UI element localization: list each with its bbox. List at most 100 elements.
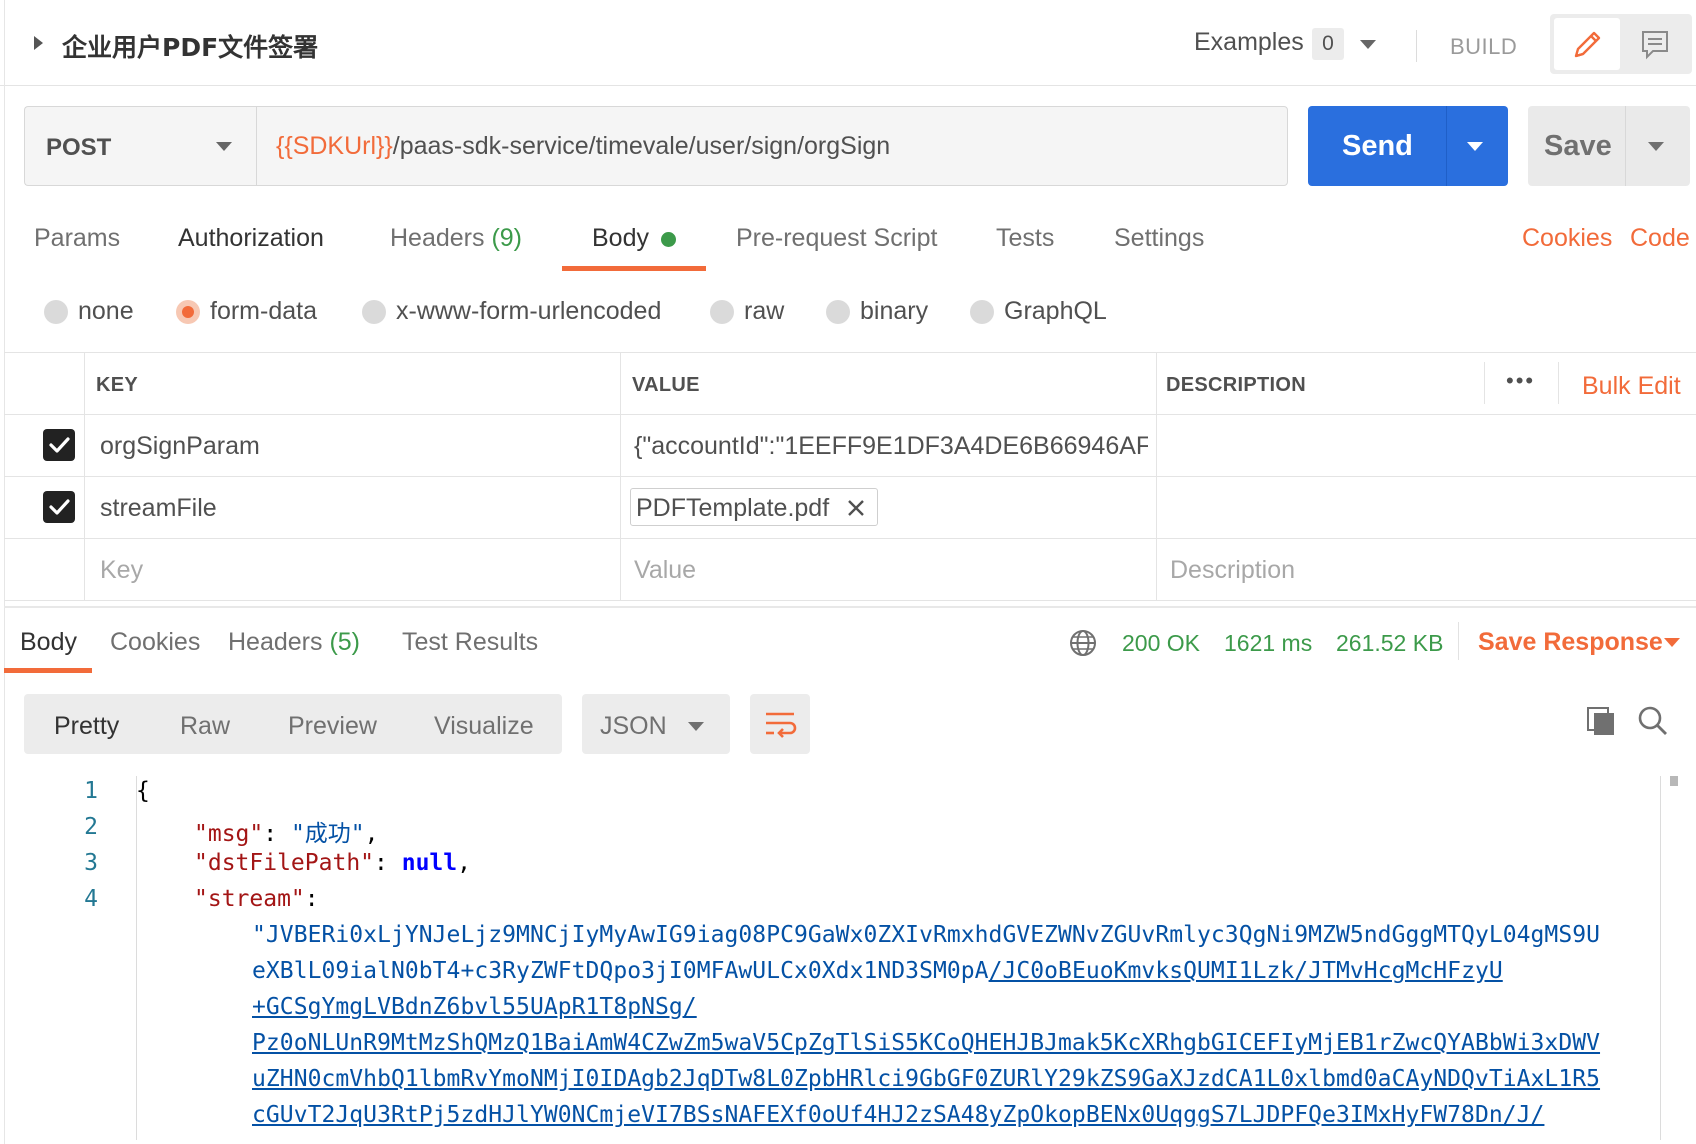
pencil-icon — [1574, 31, 1601, 58]
more-options-icon[interactable]: ••• — [1506, 368, 1535, 394]
save-dropdown-caret-icon[interactable] — [1648, 142, 1664, 151]
tab-authorization[interactable]: Authorization — [178, 224, 324, 253]
collapse-caret-icon[interactable] — [34, 36, 43, 50]
response-tab-body[interactable]: Body — [20, 628, 77, 657]
copy-icon[interactable] — [1584, 704, 1618, 743]
radio-raw-label[interactable]: raw — [744, 297, 784, 326]
save-label: Save — [1544, 130, 1612, 162]
send-dropdown-caret-icon[interactable] — [1467, 142, 1483, 151]
radio-binary[interactable] — [826, 300, 850, 324]
code-link[interactable]: Code — [1630, 224, 1690, 253]
response-tab-test-results[interactable]: Test Results — [402, 628, 538, 657]
new-value-input[interactable]: Value — [634, 556, 696, 585]
row-checkbox[interactable] — [43, 429, 75, 461]
table-col-divider — [1156, 352, 1157, 600]
checkmark-icon — [49, 437, 70, 453]
status-divider — [1458, 622, 1459, 660]
request-title[interactable]: 企业用户PDF文件签署 — [62, 28, 318, 64]
stream-link[interactable]: uZHN0cmVhbQ1lbmRvYmoNMjI0IDAgb2JqDTw8L0Z… — [252, 1066, 1600, 1092]
view-raw[interactable]: Raw — [180, 712, 230, 741]
response-time[interactable]: 1621 ms — [1224, 630, 1312, 657]
stream-link[interactable]: /JC0oBEuoKmvksQUMI1Lzk/JTMvHcgMcHFzyU — [989, 958, 1503, 984]
radio-none[interactable] — [44, 300, 68, 324]
response-tab-cookies[interactable]: Cookies — [110, 628, 200, 657]
format-dropdown-caret-icon[interactable] — [688, 722, 704, 731]
url-variable: {{SDKUrl}} — [276, 132, 393, 160]
method-label: POST — [46, 134, 112, 161]
table-row-divider — [4, 476, 1696, 477]
wrap-icon — [766, 712, 797, 738]
radio-urlencoded-label[interactable]: x-www-form-urlencoded — [396, 297, 661, 326]
documentation-mode-button[interactable] — [1622, 18, 1688, 70]
active-tab-underline — [562, 266, 706, 271]
wrap-lines-button[interactable] — [750, 694, 810, 754]
radio-form-data-label[interactable]: form-data — [210, 297, 317, 326]
method-dropdown-caret-icon[interactable] — [216, 142, 232, 151]
stream-value-line: cGUvT2JqU3RtPj5zdHJlYW0NCmjeVI7BSsNAFEXf… — [252, 1102, 1544, 1128]
view-visualize[interactable]: Visualize — [434, 712, 534, 741]
new-key-input[interactable]: Key — [100, 556, 143, 585]
left-edge-divider — [4, 0, 5, 1144]
radio-none-label[interactable]: none — [78, 297, 134, 326]
tab-headers[interactable]: Headers (9) — [390, 224, 522, 253]
line-number: 2 — [84, 814, 98, 840]
tab-settings[interactable]: Settings — [1114, 224, 1204, 253]
table-header-divider — [4, 414, 1696, 415]
radio-graphql[interactable] — [970, 300, 994, 324]
edit-mode-button[interactable] — [1554, 18, 1620, 70]
tab-params[interactable]: Params — [34, 224, 120, 253]
status-code[interactable]: 200 OK — [1122, 630, 1200, 657]
response-divider — [4, 606, 1696, 608]
line-number: 1 — [84, 778, 98, 804]
table-col-divider — [1558, 362, 1559, 404]
json-string: "成功" — [290, 821, 365, 847]
tab-prerequest-script[interactable]: Pre-request Script — [736, 224, 937, 253]
row-checkbox[interactable] — [43, 491, 75, 523]
json-key: "msg" — [194, 821, 264, 847]
radio-graphql-label[interactable]: GraphQL — [1004, 297, 1107, 326]
format-label: JSON — [600, 712, 667, 740]
new-description-input[interactable]: Description — [1170, 556, 1295, 585]
examples-dropdown-caret-icon[interactable] — [1360, 40, 1376, 49]
column-header-key: KEY — [96, 374, 139, 396]
code-scrollbar-track[interactable] — [1660, 776, 1661, 1140]
examples-button[interactable]: Examples — [1194, 28, 1304, 57]
json-key: "dstFilePath" — [194, 850, 375, 876]
stream-link[interactable]: cGUvT2JqU3RtPj5zdHJlYW0NCmjeVI7BSsNAFEXf… — [252, 1102, 1544, 1128]
save-response-caret-icon[interactable] — [1664, 638, 1680, 647]
code-line-msg: "msg": "成功", — [194, 821, 379, 847]
param-key[interactable]: streamFile — [100, 494, 217, 523]
remove-file-icon[interactable] — [844, 496, 868, 525]
response-size[interactable]: 261.52 KB — [1336, 630, 1443, 657]
radio-form-data[interactable] — [176, 300, 200, 324]
view-preview[interactable]: Preview — [288, 712, 377, 741]
radio-binary-label[interactable]: binary — [860, 297, 928, 326]
stream-text: eXBlL09ialN0bT4+c3RyZWFtDQpo3jI0MFAwULCx… — [252, 958, 989, 984]
cookies-link[interactable]: Cookies — [1522, 224, 1612, 253]
stream-link[interactable]: +GCSgYmgLVBdnZ6bvl55UApR1T8pNSg/ — [252, 994, 697, 1020]
view-pretty[interactable]: Pretty — [54, 712, 119, 741]
param-key[interactable]: orgSignParam — [100, 432, 260, 461]
response-tab-headers[interactable]: Headers (5) — [228, 628, 360, 657]
send-divider — [1446, 106, 1447, 186]
param-value[interactable]: {"accountId":"1EEFF9E1DF3A4DE6B66946AF..… — [634, 432, 1148, 461]
tab-body[interactable]: Body — [592, 224, 649, 253]
stream-value-line: Pz0oNLUnR9MtMzShQMzQ1BaiAmW4CZwZm5waV5Cp… — [252, 1030, 1600, 1056]
stream-link[interactable]: Pz0oNLUnR9MtMzShQMzQ1BaiAmW4CZwZm5waV5Cp… — [252, 1030, 1600, 1056]
table-border-bottom — [4, 600, 1696, 601]
bulk-edit-link[interactable]: Bulk Edit — [1582, 372, 1681, 401]
build-mode-label[interactable]: BUILD — [1450, 34, 1517, 60]
tab-tests[interactable]: Tests — [996, 224, 1054, 253]
radio-raw[interactable] — [710, 300, 734, 324]
save-response-button[interactable]: Save Response — [1478, 628, 1663, 657]
globe-icon[interactable] — [1068, 628, 1098, 663]
table-col-divider — [1484, 362, 1485, 404]
code-open-brace: { — [136, 778, 150, 804]
code-scrollbar-thumb[interactable] — [1670, 776, 1678, 786]
search-icon[interactable] — [1636, 704, 1670, 743]
body-active-indicator — [661, 232, 676, 247]
radio-urlencoded[interactable] — [362, 300, 386, 324]
line-number: 3 — [84, 850, 98, 876]
response-tab-headers-label: Headers — [228, 628, 323, 656]
code-gutter-divider — [136, 776, 137, 1140]
